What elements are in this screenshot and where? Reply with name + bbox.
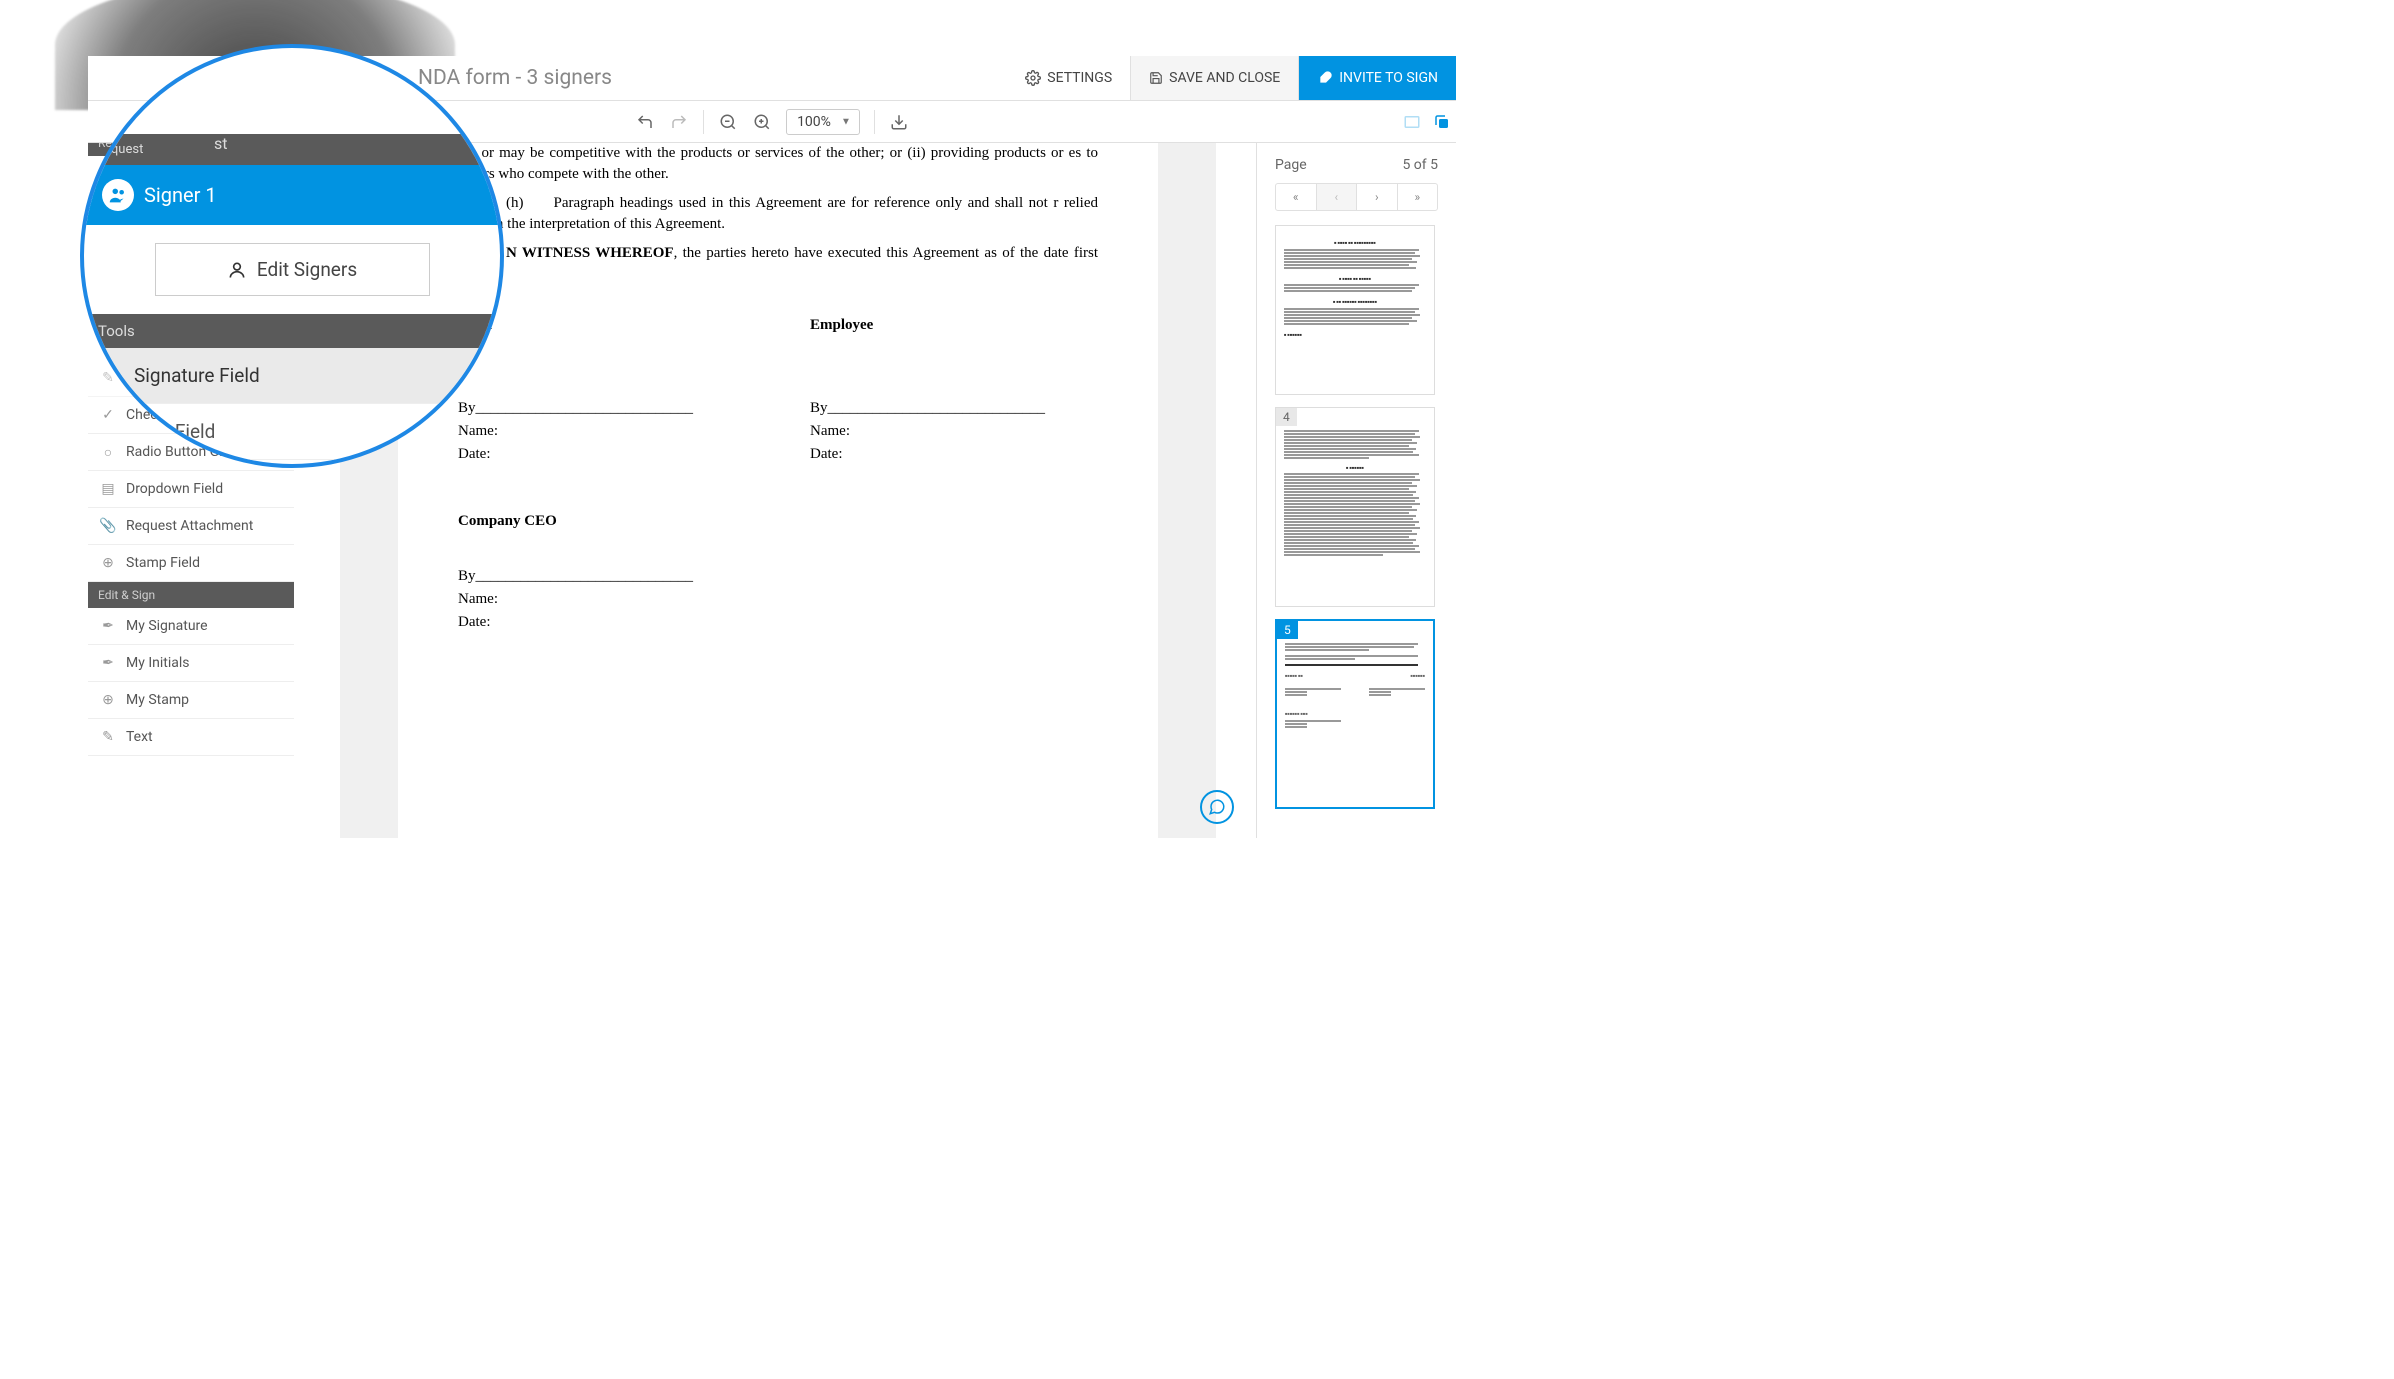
fit-width-icon[interactable] (1402, 112, 1422, 132)
dropdown-field-tool[interactable]: ▤ Dropdown Field (88, 471, 294, 508)
help-chat-button[interactable] (1200, 790, 1234, 824)
next-page-button[interactable]: › (1357, 184, 1398, 210)
ceo-signer-label: Company CEO (458, 511, 746, 532)
thumb-number: 5 (1277, 621, 1298, 639)
my-initials-tool[interactable]: ✒ My Initials (88, 645, 294, 682)
signer-selector[interactable]: Signer 1 (84, 165, 500, 225)
tools-header: Tools (84, 314, 500, 348)
stamp-icon: ⊕ (100, 555, 116, 571)
people-icon (102, 179, 134, 211)
user-icon (227, 260, 247, 280)
paperclip-icon: 📎 (100, 518, 116, 534)
my-stamp-tool[interactable]: ⊕ My Stamp (88, 682, 294, 719)
request-header: Request st (84, 134, 500, 165)
attachment-tool[interactable]: 📎 Request Attachment (88, 508, 294, 545)
save-and-close-button[interactable]: SAVE AND CLOSE (1130, 56, 1299, 100)
redo-icon[interactable] (669, 112, 689, 132)
text-icon: ✎ (100, 729, 116, 745)
feather-icon (1317, 70, 1333, 86)
by-line: By_____________________________ (810, 398, 1098, 419)
my-initials-label: My Initials (126, 655, 190, 671)
magnifier-overlay: Request st Signer 1 Edit Signers Tools S… (80, 44, 504, 468)
signature-field-label: Signature Field (134, 364, 260, 387)
name-line: Name: (458, 589, 746, 610)
prev-page-button[interactable]: ‹ (1317, 184, 1358, 210)
zoom-out-icon[interactable] (718, 112, 738, 132)
stamp-field-tool[interactable]: ⊕ Stamp Field (88, 545, 294, 582)
invite-to-sign-button[interactable]: INVITE TO SIGN (1299, 56, 1456, 100)
date-line: Date: (458, 444, 746, 465)
zoom-level-select[interactable]: 100% ▼ (786, 109, 860, 135)
edit-text-label: Text (126, 729, 153, 745)
edit-signers-button[interactable]: Edit Signers (155, 243, 430, 296)
page-nav: « ‹ › » (1275, 183, 1438, 211)
signer-label: Signer 1 (144, 183, 217, 207)
edit-sign-header: Edit & Sign (88, 582, 294, 608)
settings-button[interactable]: SETTINGS (1007, 56, 1130, 100)
page-thumbnail-panel: Page 5 of 5 « ‹ › » ■ ■■■■ ■■ ■■■■■■■■■ … (1256, 143, 1456, 838)
signature-icon (102, 367, 122, 385)
gear-icon (1025, 70, 1041, 86)
zoom-value: 100% (797, 114, 831, 130)
witness-bold: N WITNESS WHEREOF (506, 245, 674, 261)
signature-field-tool[interactable]: Signature Field (84, 348, 500, 404)
settings-label: SETTINGS (1047, 70, 1112, 86)
clock-icon: ◷ (98, 390, 108, 404)
page-count: 5 of 5 (1402, 157, 1438, 173)
by-line: By_____________________________ (458, 566, 746, 587)
save-close-label: SAVE AND CLOSE (1169, 70, 1280, 86)
doc-paragraph: are or may be competitive with the produ… (458, 143, 1098, 185)
attachment-label: Request Attachment (126, 518, 253, 534)
invite-label: INVITE TO SIGN (1339, 70, 1438, 86)
first-page-button[interactable]: « (1276, 184, 1317, 210)
document-page: are or may be competitive with the produ… (398, 143, 1158, 838)
thumb-number: 4 (1276, 408, 1297, 426)
employee-signer-label: Employee (810, 315, 1098, 336)
copy-icon[interactable] (1432, 112, 1452, 132)
undo-icon[interactable] (635, 112, 655, 132)
save-icon (1149, 71, 1163, 85)
calendar-partial: ▦Cal (98, 430, 133, 444)
name-line: Name: (458, 421, 746, 442)
pen-icon: ✒ (100, 655, 116, 671)
date-line: Date: (810, 444, 1098, 465)
dropdown-label: Dropdown Field (126, 481, 223, 497)
my-stamp-label: My Stamp (126, 692, 189, 708)
doc-paragraph: (h) Paragraph headings used in this Agre… (458, 193, 1098, 235)
page-thumbnail-3[interactable]: ■ ■■■■ ■■ ■■■■■■■■■ ■ ■■■■ ■■ ■■■■■ ■ ■■… (1275, 225, 1435, 395)
my-signature-label: My Signature (126, 618, 208, 634)
page-thumbnail-5[interactable]: 5 ■■■■■ ■■■■■■■■ ■■■■■■ ■■■ (1275, 619, 1435, 809)
last-page-button[interactable]: » (1398, 184, 1438, 210)
stamp-label: Stamp Field (126, 555, 200, 571)
my-signature-tool[interactable]: ✒ My Signature (88, 608, 294, 645)
page-thumbnail-4[interactable]: 4 ■ ■■■■■■ (1275, 407, 1435, 607)
date-line: Date: (458, 612, 746, 633)
doc-paragraph: N WITNESS WHEREOF, the parties hereto ha… (458, 243, 1098, 285)
text-field-tool[interactable]: Text Field (84, 404, 500, 460)
download-icon[interactable] (889, 112, 909, 132)
pen-icon: ✒ (100, 618, 116, 634)
edit-signers-label: Edit Signers (257, 258, 357, 281)
by-line: By_____________________________ (458, 398, 746, 419)
chevron-down-icon: ▼ (841, 116, 851, 127)
stamp-icon: ⊕ (100, 692, 116, 708)
edit-text-tool[interactable]: ✎ Text (88, 719, 294, 756)
hr-signer-label: y HR (458, 315, 746, 336)
dropdown-icon: ▤ (100, 481, 116, 497)
zoom-in-icon[interactable] (752, 112, 772, 132)
text-field-label: Text Field (134, 420, 215, 443)
page-label: Page (1275, 157, 1307, 173)
name-line: Name: (810, 421, 1098, 442)
